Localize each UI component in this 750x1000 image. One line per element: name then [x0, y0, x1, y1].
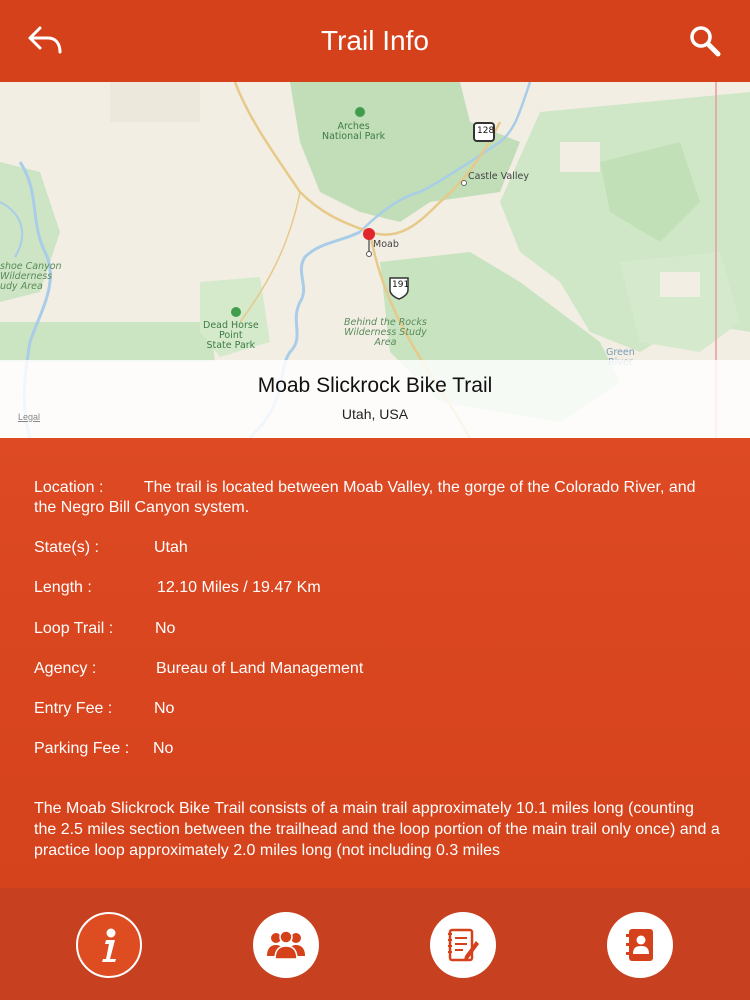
trail-map[interactable]: Arches National Park Castle Valley Moab 1… [0, 82, 750, 438]
map-label-moab: Moab [373, 239, 399, 250]
back-arrow-icon[interactable] [26, 24, 66, 60]
location-label: Location : [34, 479, 104, 496]
map-legal-link[interactable]: Legal [18, 412, 40, 422]
notes-icon [448, 928, 479, 962]
group-icon [267, 930, 305, 960]
search-icon[interactable] [688, 24, 722, 60]
tab-info[interactable] [76, 912, 142, 978]
detail-loop: Loop Trail : No [34, 619, 720, 639]
map-label-route-191: 191 [392, 280, 410, 290]
parking-fee-value: No [153, 740, 174, 757]
trail-description: The Moab Slickrock Bike Trail consists o… [34, 800, 720, 859]
tab-notes[interactable] [430, 912, 496, 978]
length-label: Length : [34, 579, 92, 596]
map-label-castle-valley: Castle Valley [468, 171, 529, 182]
detail-state: State(s) : Utah [34, 538, 720, 558]
location-value: The trail is located between Moab Valley… [34, 479, 696, 516]
map-label-arches: Arches National Park [322, 121, 386, 142]
map-title-overlay [0, 360, 750, 438]
trail-name: Moab Slickrock Bike Trail [257, 374, 493, 397]
map-label-behind-rocks: Behind the Rocks Wilderness Study Area [344, 317, 427, 348]
loop-value: No [155, 620, 176, 637]
info-icon [102, 928, 116, 962]
detail-agency: Agency : Bureau of Land Management [34, 659, 720, 679]
detail-entry-fee: Entry Fee : No [34, 699, 720, 719]
bottom-nav [0, 888, 750, 1000]
state-label: State(s) : [34, 539, 99, 556]
trail-details: Location : The trail is located between … [0, 438, 750, 888]
map-label-horseshoe: shoe Canyon Wilderness udy Area [0, 261, 62, 292]
detail-location: Location : The trail is located between … [34, 478, 720, 518]
page-title: Trail Info [321, 25, 429, 56]
agency-value: Bureau of Land Management [156, 660, 364, 677]
detail-parking-fee: Parking Fee : No [34, 739, 720, 759]
trail-region: Utah, USA [341, 406, 409, 422]
parking-fee-label: Parking Fee : [34, 740, 130, 757]
header-bar: Trail Info [0, 0, 750, 82]
entry-fee-label: Entry Fee : [34, 700, 113, 717]
tab-group[interactable] [253, 912, 319, 978]
map-label-route-128: 128 [477, 126, 495, 136]
agency-label: Agency : [34, 660, 97, 677]
length-value: 12.10 Miles / 19.47 Km [157, 579, 321, 596]
loop-label: Loop Trail : [34, 620, 114, 637]
tab-contacts[interactable] [607, 912, 673, 978]
contact-book-icon [626, 929, 653, 961]
map-label-dead-horse: Dead Horse Point State Park [203, 320, 259, 351]
entry-fee-value: No [154, 700, 175, 717]
detail-length: Length : 12.10 Miles / 19.47 Km [34, 578, 720, 598]
state-value: Utah [154, 539, 188, 556]
